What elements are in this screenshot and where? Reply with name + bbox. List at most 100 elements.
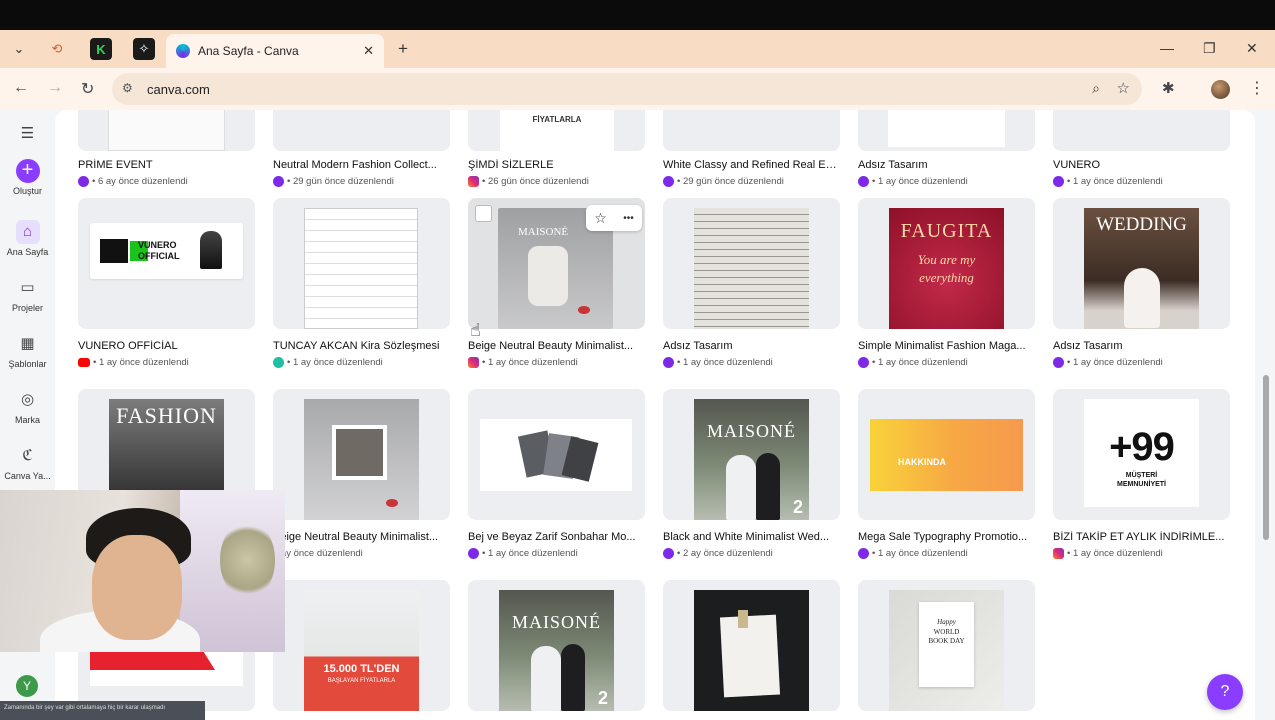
canva-badge-icon (1053, 357, 1064, 368)
design-thumbnail[interactable] (663, 580, 840, 711)
browser-menu-icon[interactable]: ⋮ (1249, 78, 1265, 98)
design-thumbnail[interactable]: +99 MÜŞTERİ MEMNUNİYETİ (1053, 389, 1230, 520)
menu-icon: ☰ (20, 125, 35, 142)
design-meta: • 26 gün önce düzenlendi (468, 176, 589, 187)
design-thumbnail[interactable] (273, 198, 450, 329)
design-meta: • 1 ay önce düzenlendi (1053, 176, 1163, 187)
design-thumbnail[interactable]: 15.000 TL'DEN BAŞLAYAN FİYATLARLA (273, 580, 450, 711)
design-meta: • 2 ay önce düzenlendi (663, 548, 773, 559)
design-title[interactable]: Adsız Tasarım (1053, 340, 1230, 352)
sidebar-item-home[interactable]: ⌂ Ana Sayfa (0, 220, 55, 257)
forward-icon[interactable]: → (47, 79, 63, 97)
sidebar-item-projects[interactable]: ▭ Projeler (0, 276, 55, 313)
design-thumbnail[interactable]: HAKKINDA (858, 389, 1035, 520)
design-title[interactable]: Neutral Modern Fashion Collect... (273, 159, 450, 171)
canva-badge-icon (663, 548, 674, 559)
clapper-icon (100, 239, 128, 263)
design-title[interactable]: VUNERO (1053, 159, 1230, 171)
star-icon[interactable]: ☆ (594, 210, 607, 227)
browser-toolbar: ← → ↻ ⚙ canva.com ⌕ ☆ (0, 68, 1275, 110)
extensions-icon[interactable]: ✱ (1162, 79, 1175, 97)
design-thumbnail[interactable]: WEDDING (1053, 198, 1230, 329)
page-scrollbar[interactable] (1262, 110, 1270, 720)
design-thumbnail[interactable] (663, 198, 840, 329)
design-title[interactable]: Simple Minimalist Fashion Maga... (858, 340, 1035, 352)
design-title[interactable]: White Classy and Refined Real Es... (663, 159, 840, 171)
design-thumbnail[interactable] (468, 389, 645, 520)
sidebar-item-create[interactable]: + Oluştur (0, 159, 55, 196)
design-thumbnail[interactable]: VUNERO OFFICIAL (78, 198, 255, 329)
design-title[interactable]: Mega Sale Typography Promotio... (858, 531, 1035, 543)
scrollbar-thumb[interactable] (1263, 375, 1269, 540)
sidebar-menu[interactable]: ☰ (0, 122, 55, 149)
design-thumbnail[interactable] (663, 110, 840, 151)
design-meta: • 1 ay önce düzenlendi (468, 357, 578, 368)
url-text[interactable]: canva.com (147, 82, 210, 97)
pinned-tab-icon[interactable]: ⟲ (46, 38, 68, 60)
mouse-cursor-icon: ☝ (470, 320, 481, 340)
pinned-tab-k-icon[interactable]: K (90, 38, 112, 60)
design-thumbnail[interactable] (273, 389, 450, 520)
youtube-badge-icon (78, 358, 90, 367)
docs-badge-icon (273, 357, 284, 368)
select-checkbox[interactable] (475, 205, 492, 222)
design-title[interactable]: BİZİ TAKİP ET AYLIK İNDİRİMLE... (1053, 531, 1230, 543)
tab-canva[interactable]: Ana Sayfa - Canva ✕ (166, 34, 384, 68)
design-thumbnail[interactable] (78, 110, 255, 151)
design-meta: • 6 ay önce düzenlendi (78, 176, 188, 187)
card-actions: ☆ ••• (586, 205, 642, 231)
screen-top-bar (0, 0, 1275, 30)
templates-icon: ▦ (20, 335, 35, 352)
sidebar-item-canva-ai[interactable]: ℭ Canva Ya... (0, 444, 55, 481)
sidebar-item-brand[interactable]: ◎ Marka (0, 388, 55, 425)
thumb-text: VUNERO OFFICIAL (138, 240, 180, 261)
instagram-badge-icon (468, 176, 479, 187)
restore-icon[interactable]: ❐ (1203, 40, 1216, 57)
canva-badge-icon (858, 357, 869, 368)
design-thumbnail[interactable]: MAISONÉ 2 (468, 580, 645, 711)
design-thumbnail[interactable] (1053, 110, 1230, 151)
thumb-text: MÜŞTERİ MEMNUNİYETİ (1117, 472, 1166, 488)
design-thumbnail[interactable]: Happy WORLD BOOK DAY (858, 580, 1035, 711)
design-title[interactable]: Bej ve Beyaz Zarif Sonbahar Mo... (468, 531, 645, 543)
bookmark-star-icon[interactable]: ☆ (1117, 79, 1130, 97)
minimize-icon[interactable]: — (1160, 40, 1174, 56)
sidebar-item-label: Marka (14, 415, 40, 425)
design-thumbnail[interactable]: FAUGITA You are my everything (858, 198, 1035, 329)
profile-avatar[interactable] (1211, 80, 1230, 99)
close-tab-icon[interactable]: ✕ (363, 43, 374, 59)
new-tab-button[interactable]: + (392, 38, 414, 60)
sidebar-item-label: Oluştur (12, 186, 42, 196)
more-options-icon[interactable]: ••• (623, 213, 634, 224)
thumb-text: MAISONÉ (511, 612, 601, 632)
window-close-icon[interactable]: ✕ (1246, 40, 1258, 57)
design-meta: • 1 ay önce düzenlendi (468, 548, 578, 559)
pinned-tab-openai-icon[interactable]: ✧ (133, 38, 155, 60)
address-bar[interactable]: ⚙ canva.com ⌕ ☆ (112, 73, 1142, 105)
design-thumbnail[interactable]: FİYATLARLA (468, 110, 645, 151)
zoom-icon[interactable]: ⌕ (1092, 80, 1100, 97)
back-icon[interactable]: ← (13, 79, 29, 97)
user-avatar[interactable]: Y (16, 675, 38, 697)
tab-search-button[interactable]: ⌄ (8, 38, 30, 60)
help-button[interactable]: ? (1207, 674, 1243, 710)
design-thumbnail[interactable]: MAISONÉ ☆ ••• (468, 198, 645, 329)
design-title[interactable]: VUNERO OFFİCİAL (78, 340, 255, 352)
design-thumbnail[interactable]: MAISONÉ 2 (663, 389, 840, 520)
design-thumbnail[interactable] (273, 110, 450, 151)
canva-badge-icon (1053, 176, 1064, 187)
design-title[interactable]: TUNCAY AKCAN Kira Sözleşmesi (273, 340, 450, 352)
design-title[interactable]: Adsız Tasarım (858, 159, 1035, 171)
sidebar-item-templates[interactable]: ▦ Şablonlar (0, 332, 55, 369)
reload-icon[interactable]: ↻ (81, 79, 94, 99)
design-title[interactable]: PRİME EVENT (78, 159, 255, 171)
design-thumbnail[interactable] (858, 110, 1035, 151)
design-title[interactable]: Beige Neutral Beauty Minimalist... (468, 340, 645, 352)
design-title[interactable]: Adsız Tasarım (663, 340, 840, 352)
instagram-badge-icon (468, 357, 479, 368)
design-title[interactable]: ŞİMDİ SİZLERLE (468, 159, 645, 171)
thumb-text: WORLD BOOK DAY (928, 628, 965, 645)
design-title[interactable]: Black and White Minimalist Wed... (663, 531, 840, 543)
site-info-icon[interactable]: ⚙ (122, 81, 133, 95)
design-title[interactable]: Beige Neutral Beauty Minimalist... (273, 531, 450, 543)
